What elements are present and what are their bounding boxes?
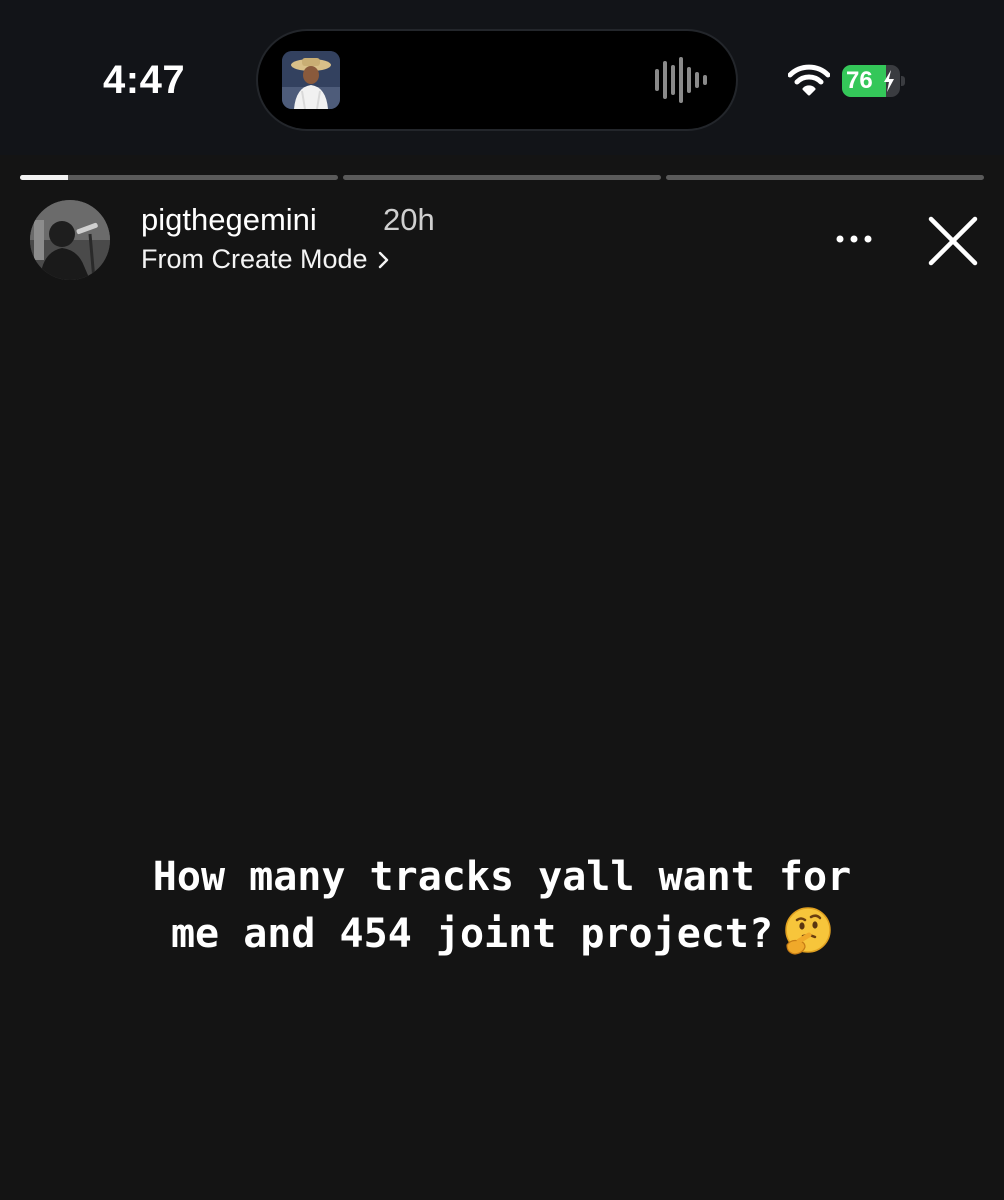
charging-bolt-icon — [884, 70, 894, 92]
story-progress-segment — [20, 175, 338, 180]
battery-indicator: 76 — [842, 65, 905, 97]
chevron-right-icon — [378, 251, 388, 268]
story-timestamp: 20h — [383, 202, 435, 237]
now-playing-artwork[interactable] — [282, 51, 340, 109]
story-caption: How many tracks yall want for me and 454… — [40, 849, 964, 963]
story-caption-line-2-text: me and 454 joint project? — [170, 911, 774, 957]
story-progress-fill — [20, 175, 68, 180]
thinking-face-icon — [785, 907, 831, 955]
story-progress-segment — [666, 175, 984, 180]
story-caption-line-2: me and 454 joint project? — [40, 906, 964, 963]
avatar[interactable] — [30, 200, 110, 280]
story-viewer[interactable]: pigthegemini 20h From Create Mode How ma… — [0, 155, 1004, 1200]
waveform-icon — [655, 57, 707, 103]
dynamic-island[interactable] — [258, 31, 736, 129]
wifi-icon — [788, 64, 830, 96]
story-progress-segment — [343, 175, 661, 180]
create-mode-link[interactable]: From Create Mode — [141, 244, 390, 275]
more-options-icon[interactable] — [828, 225, 880, 253]
close-icon[interactable] — [925, 213, 981, 269]
story-caption-line-1: How many tracks yall want for — [152, 854, 852, 900]
story-username[interactable]: pigthegemini — [141, 202, 317, 238]
status-time: 4:47 — [103, 58, 186, 102]
battery-percent: 76 — [846, 67, 873, 94]
battery-cap — [901, 76, 905, 86]
create-mode-label: From Create Mode — [141, 244, 368, 274]
status-bar: 4:47 76 — [0, 0, 1004, 155]
